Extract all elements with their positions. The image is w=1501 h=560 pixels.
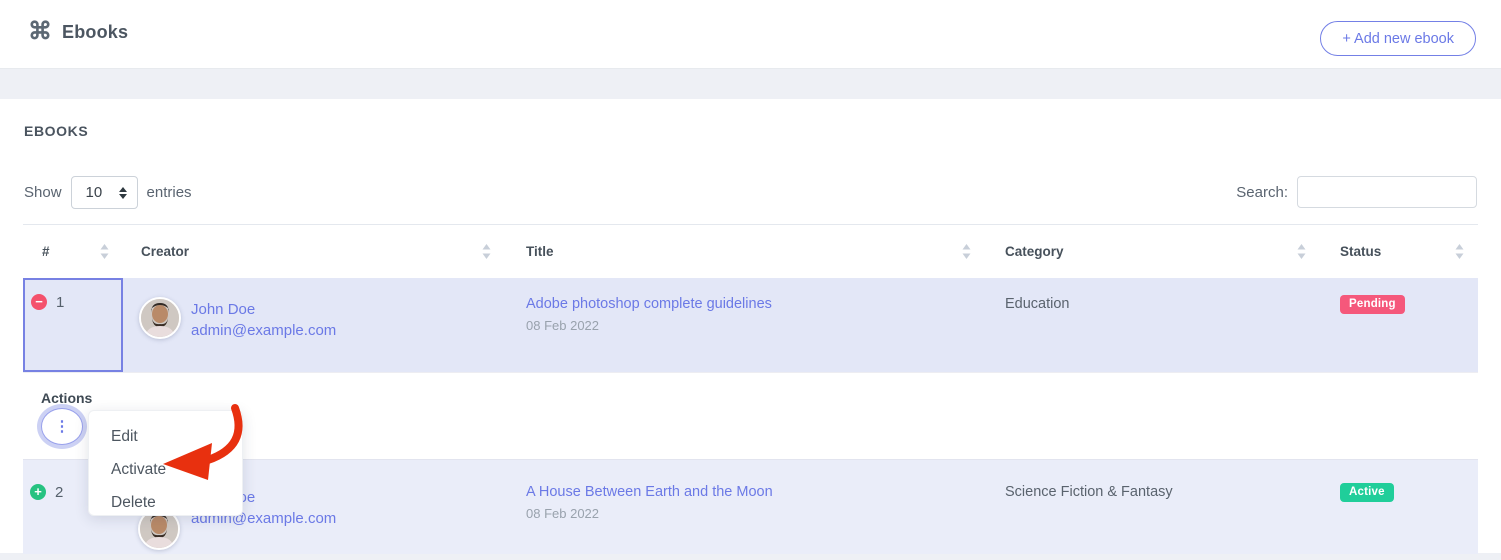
column-label: Title [526,244,554,259]
add-new-ebook-button[interactable]: + Add new ebook [1320,21,1476,56]
creator-email-link[interactable]: admin@example.com [191,322,336,339]
column-label: Creator [141,244,189,259]
status-cell: Pending [1320,278,1478,372]
collapse-row-icon[interactable]: − [31,294,47,310]
entries-control: Show 10 entries [24,176,192,209]
search-control: Search: [1236,176,1477,208]
category-text: Science Fiction & Fantasy [1005,484,1173,500]
column-header-creator[interactable]: Creator [123,244,505,259]
creator-cell: John Doe admin@example.com [123,278,505,372]
page-header: ⌘ Ebooks [28,20,128,44]
search-input[interactable] [1297,176,1477,208]
kebab-icon: ⋮ [55,419,70,434]
status-badge: Pending [1340,295,1405,314]
sort-icon[interactable] [482,244,491,259]
table-header-row: # Creator Title Category Status [23,225,1478,278]
entries-label: entries [147,184,192,201]
actions-dropdown-menu: Edit Activate Delete [88,410,243,516]
page-size-select[interactable]: 10 [71,176,138,209]
expand-row-icon[interactable]: + [30,484,46,500]
page-title: Ebooks [62,22,128,43]
column-header-category[interactable]: Category [985,244,1320,259]
title-cell: Adobe photoshop complete guidelines 08 F… [505,278,985,372]
row-control-cell[interactable]: − 1 [23,278,123,372]
ebook-date: 08 Feb 2022 [526,318,599,333]
top-bar: ⌘ Ebooks + Add new ebook [0,0,1501,69]
title-cell: A House Between Earth and the Moon 08 Fe… [505,460,985,554]
avatar [139,297,181,339]
table-row: − 1 John Doe admin@example.com Adobe pho… [23,278,1478,372]
panel-heading: EBOOKS [24,123,88,139]
ebook-title-link[interactable]: Adobe photoshop complete guidelines [526,296,772,312]
search-label: Search: [1236,184,1288,201]
sort-icon[interactable] [962,244,971,259]
column-header-index[interactable]: # [23,244,123,259]
column-header-status[interactable]: Status [1320,244,1478,259]
sort-icon[interactable] [1297,244,1306,259]
column-label: Status [1340,244,1381,259]
row-index: 1 [56,294,64,311]
column-header-title[interactable]: Title [505,244,985,259]
menu-item-activate[interactable]: Activate [89,453,242,486]
command-icon: ⌘ [28,20,52,44]
sort-icon[interactable] [1455,244,1464,259]
category-text: Education [1005,296,1070,312]
category-cell: Science Fiction & Fantasy [985,460,1320,554]
page-size-value: 10 [86,184,103,201]
column-label: # [42,244,50,259]
actions-label: Actions [41,390,92,406]
ebook-date: 08 Feb 2022 [526,506,599,521]
select-stepper-icon [119,187,127,199]
ebook-title-link[interactable]: A House Between Earth and the Moon [526,484,773,500]
row-actions-button[interactable]: ⋮ [41,408,83,445]
row-index: 2 [55,484,63,501]
show-label: Show [24,184,62,201]
menu-item-edit[interactable]: Edit [89,420,242,453]
status-badge: Active [1340,483,1394,502]
menu-item-delete[interactable]: Delete [89,486,242,519]
sort-icon[interactable] [100,244,109,259]
column-label: Category [1005,244,1064,259]
status-cell: Active [1320,460,1478,554]
category-cell: Education [985,278,1320,372]
creator-name-link[interactable]: John Doe [191,301,255,318]
